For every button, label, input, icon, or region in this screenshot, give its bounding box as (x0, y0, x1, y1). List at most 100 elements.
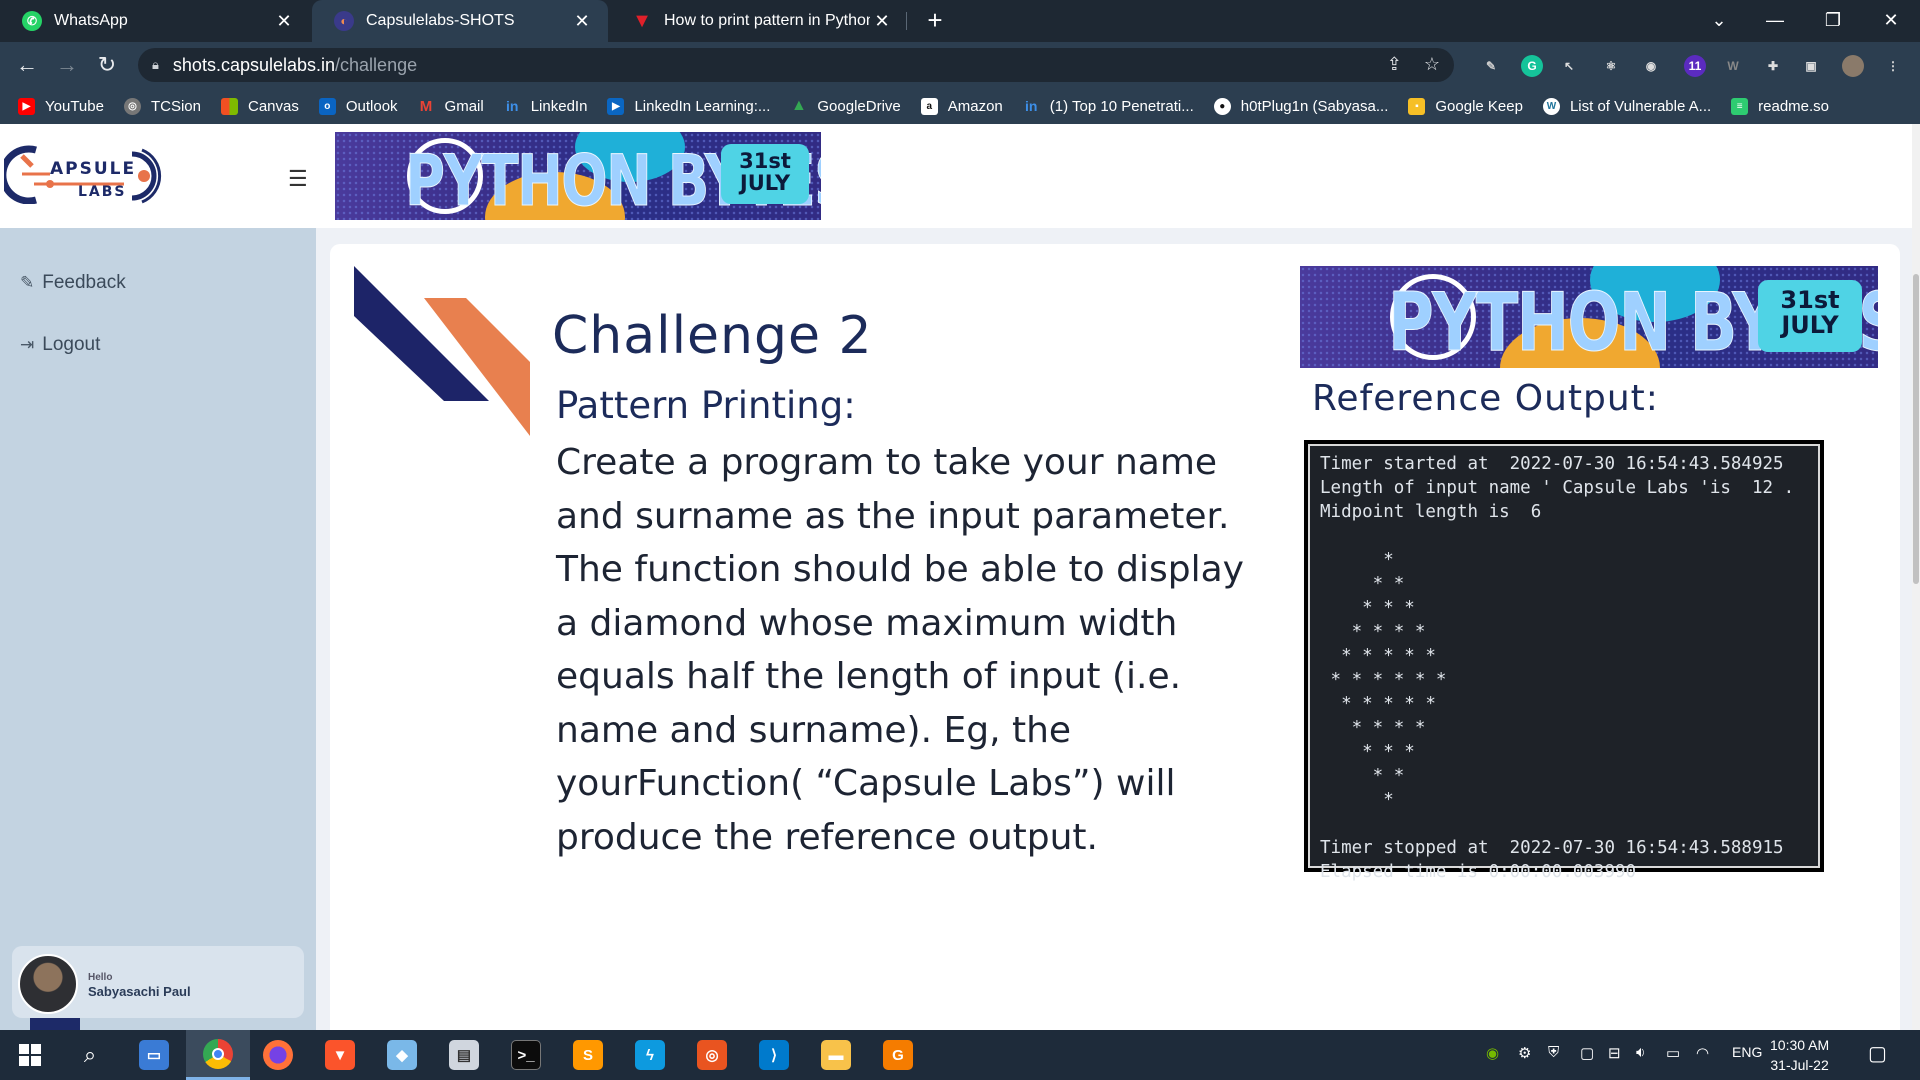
linkedin-icon: in (505, 98, 519, 114)
bookmark-canvas[interactable]: Canvas (220, 97, 299, 115)
bookmark-label: GoogleDrive (817, 97, 901, 115)
page-scrollbar[interactable] (1912, 124, 1920, 1030)
taskbar-app-firefox[interactable] (248, 1030, 308, 1080)
banner-date-day: 31st (1780, 286, 1840, 314)
taskbar-app-notes[interactable]: ▤ (434, 1030, 494, 1080)
sidebar-item-label: Logout (42, 334, 101, 355)
bookmark-google-keep[interactable]: ▪ Google Keep (1408, 97, 1523, 115)
extensions-puzzle-icon[interactable]: ✚ (1762, 55, 1784, 77)
battery-icon[interactable]: ▭ (1666, 1044, 1680, 1062)
network-icon[interactable]: ⊟ (1608, 1044, 1621, 1062)
wappalyzer-icon[interactable]: ◉ (1640, 55, 1662, 77)
python-bytes-banner[interactable]: PYTHON BYTES 31st JULY (335, 132, 821, 220)
bookmark-penetration-article[interactable]: in (1) Top 10 Penetrati... (1023, 98, 1194, 115)
page-viewport: APSULE LABS ☰ ✎ Feedback ⇥ Logout Hello … (0, 124, 1920, 1030)
wifi-icon[interactable]: ◠ (1696, 1044, 1709, 1062)
user-profile-card[interactable]: Hello Sabyasachi Paul (12, 946, 304, 1018)
tab-whatsapp[interactable]: ✆ WhatsApp ✕ (0, 0, 310, 42)
notifications-extension-icon[interactable]: 11 (1684, 55, 1706, 77)
bookmark-linkedin-learning[interactable]: ▶ LinkedIn Learning:... (607, 97, 770, 115)
taskbar-app-pdf[interactable]: G (868, 1030, 928, 1080)
forward-button[interactable]: → (52, 50, 82, 80)
gmail-icon: M (419, 97, 433, 115)
banner-date-month: JULY (739, 171, 791, 196)
start-button[interactable] (0, 1030, 60, 1080)
bookmark-amazon[interactable]: a Amazon (920, 97, 1003, 115)
bookmark-youtube[interactable]: ▶ YouTube (18, 97, 104, 115)
nvidia-icon[interactable]: ◉ (1486, 1044, 1499, 1062)
sidebar: APSULE LABS ☰ ✎ Feedback ⇥ Logout Hello … (0, 124, 316, 1030)
banner-date-badge: 31st JULY (1758, 280, 1862, 352)
wordpress-extension-icon[interactable]: W (1722, 55, 1744, 77)
python-bytes-banner-large[interactable]: PYTHON BYTES 31st JULY (1300, 266, 1878, 368)
reload-button[interactable]: ↻ (92, 50, 122, 80)
taskbar-app-brave[interactable]: ▼ (310, 1030, 370, 1080)
address-bar[interactable]: 🔒︎ shots.capsulelabs.in/challenge ⇪ ☆ (138, 48, 1454, 82)
profile-avatar[interactable] (1842, 55, 1864, 77)
close-tab-icon[interactable]: ✕ (870, 11, 894, 32)
taskbar-app-chrome[interactable] (186, 1030, 250, 1080)
bookmark-star-icon[interactable]: ☆ (1424, 54, 1440, 75)
windows-logo-icon (19, 1044, 41, 1066)
challenge-card: Challenge 2 Pattern Printing: Create a p… (330, 244, 1900, 1030)
device-icon[interactable]: ▢ (1580, 1044, 1594, 1062)
maximize-button[interactable]: ❐ (1808, 0, 1858, 42)
sidebar-item-logout[interactable]: ⇥ Logout (20, 334, 100, 356)
close-tab-icon[interactable]: ✕ (272, 11, 296, 32)
cursor-extension-icon[interactable]: ↖ (1558, 55, 1580, 77)
search-button[interactable]: ⌕ (60, 1030, 120, 1080)
taskbar-app-sublime[interactable]: S (558, 1030, 618, 1080)
pen-extension-icon[interactable]: ✎ (1480, 55, 1502, 77)
steam-icon[interactable]: ⚙ (1518, 1044, 1531, 1062)
bookmark-label: Outlook (345, 97, 398, 115)
volume-icon[interactable]: 🔉︎ (1636, 1044, 1645, 1061)
taskbar-app-power-automate[interactable]: ϟ (620, 1030, 680, 1080)
react-devtools-icon[interactable]: ⚛ (1600, 55, 1622, 77)
bookmark-outlook[interactable]: o Outlook (318, 97, 398, 115)
bookmark-gmail[interactable]: M Gmail (418, 98, 484, 115)
side-panel-icon[interactable]: ▣ (1800, 55, 1822, 77)
capsule-labs-logo[interactable]: APSULE LABS (4, 144, 174, 204)
language-indicator[interactable]: ENG (1732, 1044, 1762, 1060)
decorative-stripes (354, 266, 530, 436)
bookmark-readme[interactable]: ≡ readme.so (1731, 97, 1830, 115)
taskbar-app-ubuntu[interactable]: ◎ (682, 1030, 742, 1080)
tab-title: How to print pattern in Python - (664, 12, 870, 29)
close-tab-icon[interactable]: ✕ (570, 11, 594, 32)
browser-toolbar: ← → ↻ 🔒︎ shots.capsulelabs.in/challenge … (0, 42, 1920, 88)
hamburger-menu-icon[interactable]: ☰ (288, 166, 308, 192)
taskbar-app-files[interactable]: ◆ (372, 1030, 432, 1080)
bookmark-vulnerable-apps[interactable]: W List of Vulnerable A... (1542, 97, 1712, 115)
taskbar-app-explorer[interactable]: ▬ (806, 1030, 866, 1080)
security-shield-icon[interactable]: ⛨ (1548, 1044, 1559, 1061)
linkedin-icon: in (1025, 98, 1038, 114)
whatsapp-icon: ✆ (22, 11, 42, 31)
back-button[interactable]: ← (12, 50, 42, 80)
new-tab-button[interactable]: + (920, 6, 950, 36)
minimize-button[interactable]: — (1750, 0, 1800, 42)
notifications-icon[interactable]: ▢ (1868, 1041, 1887, 1066)
bookmark-linkedin[interactable]: in LinkedIn (504, 98, 587, 115)
globe-icon: ◎ (123, 97, 141, 115)
sidebar-item-feedback[interactable]: ✎ Feedback (20, 272, 126, 294)
clock-time: 10:30 AM (1770, 1037, 1830, 1053)
notes-app-icon: ▤ (449, 1040, 479, 1070)
bookmark-googledrive[interactable]: ▲ GoogleDrive (790, 97, 901, 115)
taskbar-app-terminal[interactable]: >_ (496, 1030, 556, 1080)
taskbar-app-vscode[interactable]: ⟩ (744, 1030, 804, 1080)
tab-capsulelabs[interactable]: ◐ Capsulelabs-SHOTS ✕ (312, 0, 608, 42)
tab-search-chevron-icon[interactable]: ⌄ (1694, 0, 1744, 42)
bookmark-tcsion[interactable]: ◎ TCSion (123, 97, 201, 115)
menu-kebab-icon[interactable]: ⋮ (1882, 55, 1904, 77)
system-clock[interactable]: 10:30 AM 31-Jul-22 (1770, 1035, 1829, 1075)
share-icon[interactable]: ⇪ (1387, 54, 1402, 75)
tab-pattern-article[interactable]: ▼ How to print pattern in Python - ✕ (610, 0, 908, 42)
bookmark-label: readme.so (1758, 97, 1830, 115)
bookmark-github[interactable]: ● h0tPlug1n (Sabyasa... (1213, 97, 1388, 115)
bookmark-label: List of Vulnerable A... (1569, 97, 1712, 115)
scrollbar-thumb[interactable] (1913, 274, 1919, 584)
taskbar-app-desktop[interactable]: ▭ (124, 1030, 184, 1080)
grammarly-icon[interactable]: G (1521, 55, 1543, 77)
close-window-button[interactable]: ✕ (1866, 0, 1916, 42)
banner-date-day: 31st (739, 149, 791, 173)
